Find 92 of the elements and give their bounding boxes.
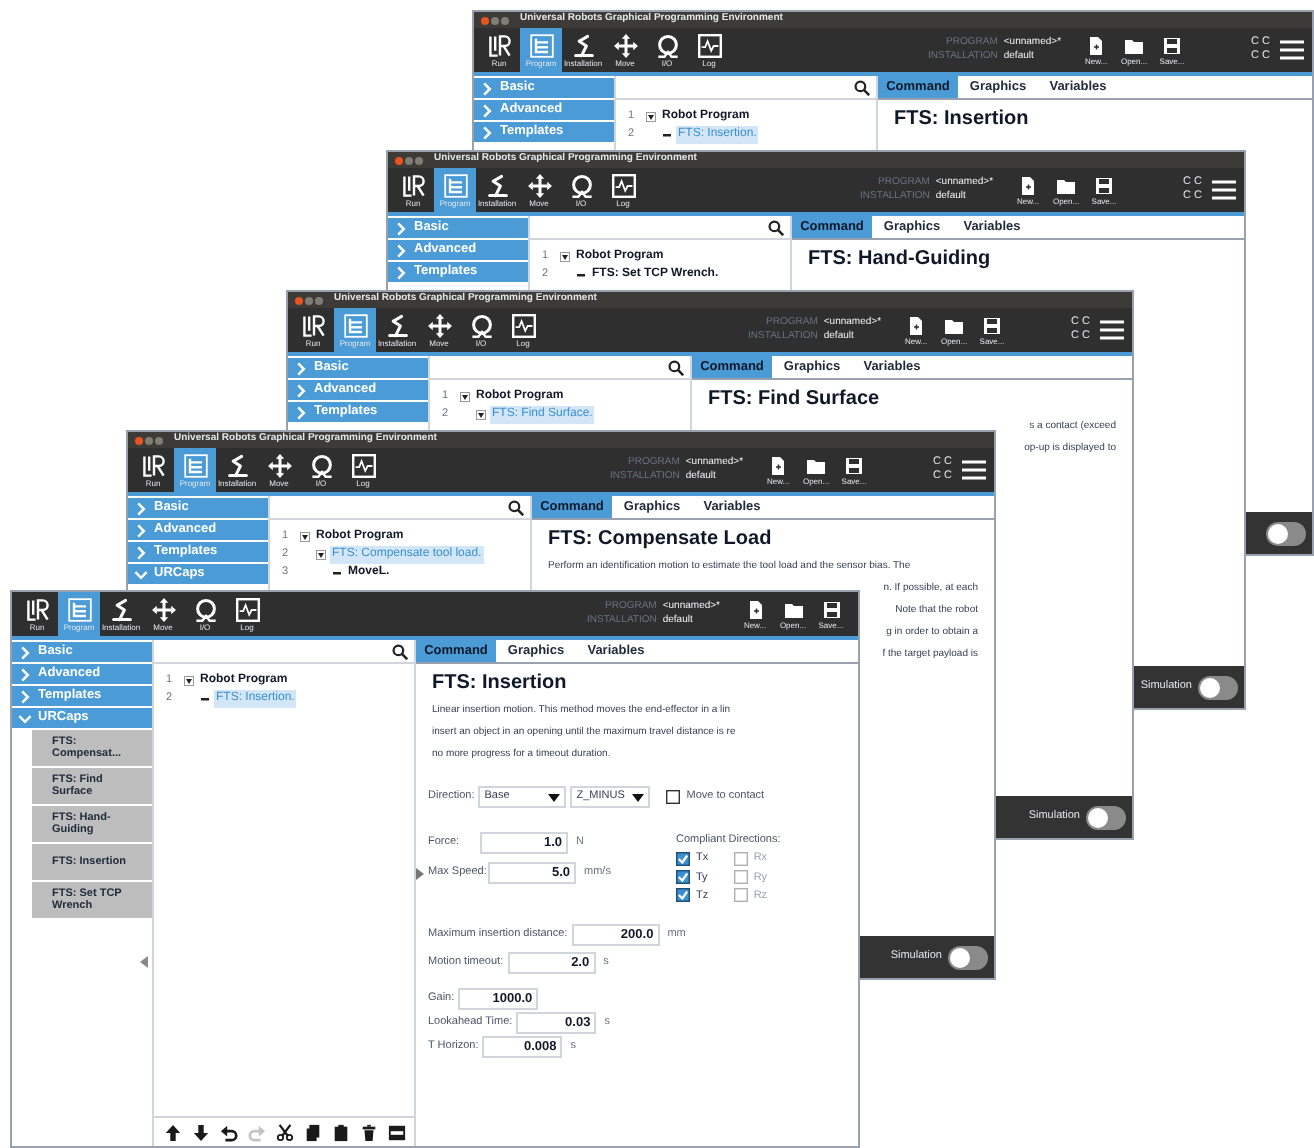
io-gauge-icon bbox=[569, 173, 593, 197]
arrow-up-icon[interactable] bbox=[163, 1123, 181, 1141]
panel-heading: FTS: Hand-Guiding bbox=[806, 246, 993, 274]
chevron-down-icon bbox=[18, 711, 32, 725]
program-list-icon bbox=[529, 33, 553, 57]
arrow-down-icon[interactable] bbox=[191, 1123, 209, 1141]
robot-arm-icon bbox=[485, 173, 509, 197]
scissors-icon[interactable] bbox=[275, 1123, 293, 1141]
menu-icon[interactable] bbox=[962, 460, 986, 480]
simulation-toggle[interactable] bbox=[948, 945, 988, 969]
io-gauge-icon bbox=[309, 453, 333, 477]
suppress-icon[interactable] bbox=[387, 1123, 405, 1141]
trash-icon[interactable] bbox=[359, 1123, 377, 1141]
program-list-icon bbox=[67, 597, 91, 621]
folder-icon bbox=[944, 315, 965, 335]
expanded-triangle-icon[interactable] bbox=[184, 675, 194, 685]
robot-arm-icon bbox=[225, 453, 249, 477]
expanded-triangle-icon[interactable] bbox=[476, 409, 486, 419]
search-icon bbox=[854, 79, 870, 95]
search-icon bbox=[668, 359, 684, 375]
program-list-icon bbox=[183, 453, 207, 477]
ur-logo-icon bbox=[487, 33, 511, 57]
search-field[interactable] bbox=[270, 496, 530, 520]
move-arrows-icon bbox=[613, 33, 637, 57]
copy-icon[interactable] bbox=[303, 1123, 321, 1141]
folder-icon bbox=[1124, 35, 1145, 55]
new-file-icon bbox=[906, 315, 927, 335]
panel-heading: FTS: Compensate Load bbox=[546, 526, 774, 554]
io-gauge-icon bbox=[469, 313, 493, 337]
ur-logo-icon bbox=[301, 313, 325, 337]
collapse-handle-icon[interactable] bbox=[140, 956, 150, 968]
log-chart-icon bbox=[511, 313, 535, 337]
io-gauge-icon bbox=[655, 33, 679, 57]
caret-down-icon bbox=[548, 793, 561, 801]
expanded-triangle-icon[interactable] bbox=[460, 391, 470, 401]
expand-handle-icon[interactable] bbox=[416, 867, 424, 879]
window-controls-icon[interactable] bbox=[134, 435, 164, 445]
search-field[interactable] bbox=[430, 356, 690, 380]
menu-icon[interactable] bbox=[1212, 180, 1236, 200]
simulation-toggle[interactable] bbox=[1198, 675, 1238, 699]
checkbox-icon[interactable] bbox=[666, 790, 681, 804]
ur-logo-icon bbox=[141, 453, 165, 477]
expanded-triangle-icon[interactable] bbox=[560, 251, 570, 261]
search-field[interactable] bbox=[154, 640, 414, 664]
log-chart-icon bbox=[235, 597, 259, 621]
new-file-icon bbox=[745, 599, 765, 619]
search-field[interactable] bbox=[616, 76, 876, 100]
move-arrows-icon bbox=[151, 597, 175, 621]
window-controls-icon[interactable] bbox=[294, 295, 324, 305]
folder-icon bbox=[806, 455, 827, 475]
chevron-down-icon bbox=[134, 567, 148, 581]
panel-heading: FTS: Find Surface bbox=[706, 386, 882, 414]
expanded-triangle-icon[interactable] bbox=[316, 549, 326, 559]
log-chart-icon bbox=[697, 33, 721, 57]
search-field[interactable] bbox=[530, 216, 790, 240]
new-file-icon bbox=[768, 455, 789, 475]
log-chart-icon bbox=[611, 173, 635, 197]
new-file-icon bbox=[1018, 175, 1039, 195]
io-gauge-icon bbox=[193, 597, 217, 621]
log-chart-icon bbox=[351, 453, 375, 477]
search-icon bbox=[392, 643, 408, 659]
robot-arm-icon bbox=[109, 597, 133, 621]
robot-arm-icon bbox=[571, 33, 595, 57]
new-file-icon bbox=[1086, 35, 1107, 55]
expanded-triangle-icon[interactable] bbox=[646, 111, 656, 121]
ur-logo-icon bbox=[25, 597, 49, 621]
clipboard-icon[interactable] bbox=[331, 1123, 349, 1141]
program-list-icon bbox=[443, 173, 467, 197]
move-arrows-icon bbox=[527, 173, 551, 197]
robot-arm-icon bbox=[385, 313, 409, 337]
simulation-toggle[interactable] bbox=[1086, 805, 1126, 829]
program-list-icon bbox=[343, 313, 367, 337]
undo-icon[interactable] bbox=[219, 1123, 237, 1141]
caret-down-icon bbox=[632, 793, 645, 801]
menu-icon[interactable] bbox=[1100, 320, 1124, 340]
move-arrows-icon bbox=[427, 313, 451, 337]
checked-checkbox-icon[interactable] bbox=[676, 851, 690, 866]
search-icon bbox=[768, 219, 784, 235]
window-controls-icon[interactable] bbox=[480, 15, 510, 25]
checked-checkbox-icon[interactable] bbox=[676, 888, 690, 903]
panel-heading: FTS: Insertion bbox=[892, 106, 1031, 134]
folder-icon bbox=[1056, 175, 1077, 195]
simulation-toggle[interactable] bbox=[1266, 521, 1306, 545]
panel-heading: FTS: Insertion bbox=[430, 670, 569, 698]
window-controls-icon[interactable] bbox=[394, 155, 424, 165]
folder-icon bbox=[783, 599, 803, 619]
search-icon bbox=[508, 499, 524, 515]
checked-checkbox-icon[interactable] bbox=[676, 870, 690, 885]
expanded-triangle-icon[interactable] bbox=[300, 531, 310, 541]
move-arrows-icon bbox=[267, 453, 291, 477]
ur-logo-icon bbox=[401, 173, 425, 197]
menu-icon[interactable] bbox=[1280, 40, 1304, 60]
